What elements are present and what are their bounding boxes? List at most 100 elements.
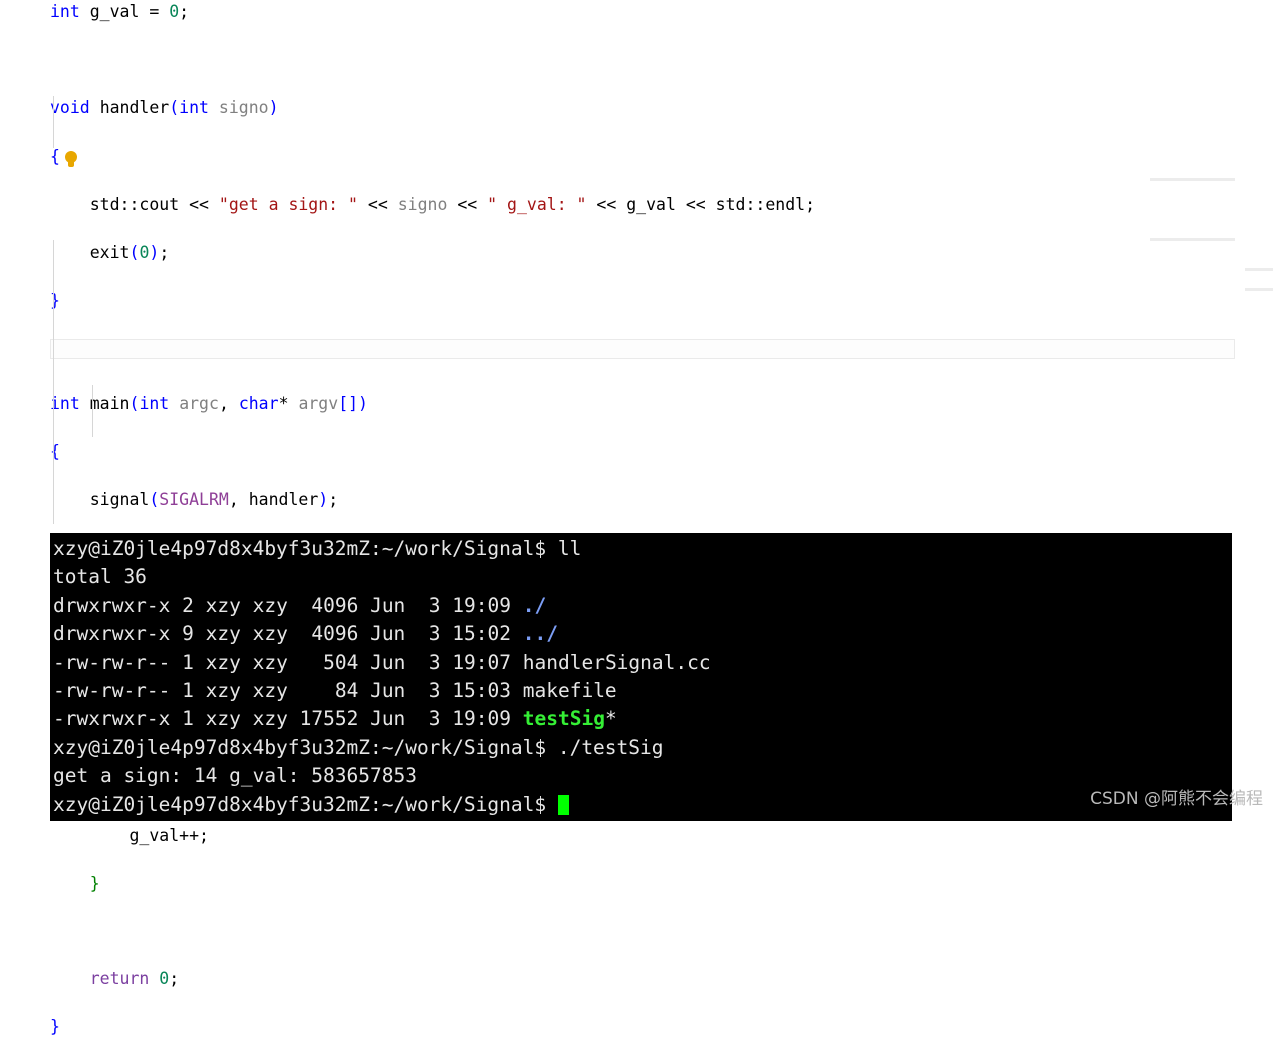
- terminal-pane[interactable]: xzy@iZ0jle4p97d8x4byf3u32mZ:~/work/Signa…: [50, 533, 1232, 821]
- code-line-22[interactable]: }: [0, 1015, 1273, 1039]
- token-param-signo: signo: [218, 98, 269, 118]
- sp: [170, 707, 182, 730]
- token-string-g-val: " g_val: ": [487, 194, 587, 214]
- code-editor-pane[interactable]: int g_val = 0; void handler(int signo) {…: [0, 0, 1273, 1036]
- token-keyword-int: int: [50, 393, 80, 413]
- ls-links: 2: [182, 593, 194, 617]
- terminal-prompt: xzy@iZ0jle4p97d8x4byf3u32mZ:~/work/Signa…: [53, 792, 547, 816]
- sp: [511, 622, 523, 645]
- ls-owner: xzy: [205, 679, 241, 703]
- ls-perms: drwxrwxr-x: [53, 593, 171, 617]
- ls-day: 3: [428, 593, 441, 617]
- token-ident-cout: std::cout: [89, 194, 180, 214]
- terminal-output: get a sign: 14 g_val: 583657853: [53, 764, 417, 788]
- ls-month: Jun: [370, 679, 406, 703]
- token-brace-open: {: [50, 146, 60, 166]
- sp: [241, 622, 253, 645]
- ls-group: xzy: [252, 679, 288, 703]
- ls-perms: -rw-rw-r--: [53, 679, 171, 703]
- terminal-line: xzy@iZ0jle4p97d8x4byf3u32mZ:~/work/Signa…: [53, 535, 1232, 563]
- code-line-8[interactable]: [0, 339, 1273, 363]
- token-semicolon: ;: [805, 194, 816, 214]
- token-number-zero: 0: [169, 2, 180, 21]
- ls-filename[interactable]: ../: [523, 622, 558, 645]
- code-line-5[interactable]: std::cout << "get a sign: " << signo << …: [0, 193, 1273, 217]
- ls-size: 504: [323, 650, 359, 674]
- token-keyword-void: void: [50, 98, 90, 118]
- sp: [194, 622, 206, 645]
- token-comma: ,: [218, 393, 239, 413]
- code-line-4[interactable]: {: [0, 145, 1273, 169]
- ls-time: 15:02: [452, 622, 511, 646]
- ls-group: xzy: [252, 622, 288, 646]
- code-line-21[interactable]: return 0;: [0, 967, 1273, 991]
- ls-size: 17552: [299, 707, 359, 731]
- watermark-text: CSDN @阿熊不会编程: [1090, 789, 1263, 809]
- ls-filename[interactable]: ./: [523, 594, 546, 617]
- ls-group: xzy: [252, 707, 288, 731]
- token-keyword-int: int: [50, 2, 80, 21]
- code-line-9[interactable]: int main(int argc, char* argv[]): [0, 392, 1273, 416]
- sp: [358, 679, 370, 702]
- ls-day: 3: [428, 650, 441, 674]
- code-line-19[interactable]: }: [0, 872, 1273, 896]
- ls-size: 4096: [311, 622, 359, 646]
- lightbulb-base: [68, 161, 74, 167]
- token-keyword-int: int: [179, 98, 209, 118]
- sp: [405, 707, 428, 730]
- code-line-2[interactable]: [0, 48, 1273, 72]
- edge-rule: [1150, 238, 1235, 241]
- ls-day: 3: [428, 622, 441, 646]
- terminal-command: [546, 793, 558, 816]
- ls-day: 3: [428, 707, 441, 731]
- sp: [441, 707, 453, 730]
- ls-group: xzy: [252, 593, 288, 617]
- lightbulb-icon[interactable]: [64, 151, 78, 169]
- sp: [441, 594, 453, 617]
- token-semicolon: ;: [169, 968, 180, 988]
- code-line-7[interactable]: }: [0, 289, 1273, 313]
- code-line-6[interactable]: exit(0);: [0, 241, 1273, 265]
- ls-time: 19:07: [452, 650, 512, 674]
- ls-filename[interactable]: makefile: [523, 679, 617, 702]
- ls-month: Jun: [370, 650, 406, 674]
- code-line-18[interactable]: g_val++;: [0, 824, 1273, 848]
- sp: [358, 594, 370, 617]
- code-line-3[interactable]: void handler(int signo): [0, 96, 1273, 120]
- terminal-cursor: [557, 794, 569, 815]
- sp: [405, 622, 428, 645]
- sp: [170, 622, 182, 645]
- code-lines-container[interactable]: int g_val = 0; void handler(int signo) {…: [0, 0, 1273, 1036]
- token-ident-handler: handler: [99, 98, 170, 118]
- code-line-11[interactable]: signal(SIGALRM, handler);: [0, 488, 1273, 512]
- ls-exec-marker: *: [604, 707, 617, 731]
- token-brace-close: }: [50, 291, 60, 311]
- ls-links: 1: [182, 650, 194, 674]
- ls-owner: xzy: [205, 593, 241, 617]
- ls-perms: -rwxrwxr-x: [53, 707, 171, 731]
- token-paren-close: ): [268, 98, 279, 118]
- sp: [288, 622, 311, 645]
- ls-filename[interactable]: testSig: [523, 707, 605, 730]
- ls-owner: xzy: [205, 622, 241, 646]
- ls-perms: drwxrwxr-x: [53, 622, 171, 646]
- code-line-1[interactable]: int g_val = 0;: [0, 0, 1273, 24]
- sp: [511, 679, 523, 702]
- token-bracket: []): [338, 393, 368, 413]
- ls-filename[interactable]: handlerSignal.cc: [523, 651, 711, 674]
- terminal-line: -rw-rw-r-- 1 xzy xzy 504 Jun 3 19:07 han…: [53, 649, 1232, 677]
- ls-time: 15:03: [452, 679, 511, 703]
- token-keyword-return: return: [89, 968, 150, 988]
- terminal-line: drwxrwxr-x 9 xzy xzy 4096 Jun 3 15:02 ..…: [53, 620, 1232, 648]
- sp: [194, 651, 206, 674]
- code-line-20[interactable]: [0, 921, 1273, 945]
- sp: [405, 679, 428, 702]
- token-semicolon: ;: [328, 489, 339, 509]
- terminal-line-active: xzy@iZ0jle4p97d8x4byf3u32mZ:~/work/Signa…: [53, 791, 1232, 819]
- token-star: *: [278, 393, 299, 413]
- code-line-10[interactable]: {: [0, 440, 1273, 464]
